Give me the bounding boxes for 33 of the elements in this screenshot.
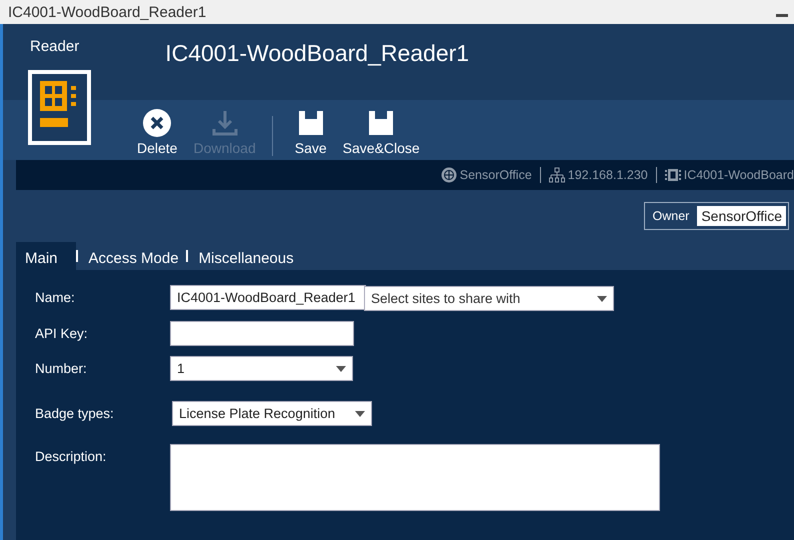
tab[interactable]: Access Mode bbox=[80, 242, 186, 270]
dropdown[interactable]: 1 bbox=[170, 356, 353, 381]
page-title: IC4001-WoodBoard_Reader1 bbox=[165, 40, 470, 68]
field-label: Name: bbox=[35, 289, 76, 305]
status-text: 192.168.1.230 bbox=[568, 168, 648, 182]
field-label: Description: bbox=[35, 448, 108, 464]
caret-icon bbox=[355, 410, 365, 416]
field-label: Number: bbox=[35, 360, 88, 376]
status-text: IC4001-WoodBoard bbox=[684, 168, 794, 182]
share-dropdown[interactable]: Select sites to share with bbox=[364, 286, 614, 311]
text-field[interactable]: IC4001-WoodBoard_Reader1 bbox=[170, 285, 366, 310]
delete-icon bbox=[143, 109, 172, 137]
dropdown[interactable]: License Plate Recognition bbox=[172, 401, 372, 426]
window-title: IC4001-WoodBoard_Reader1 bbox=[8, 4, 206, 20]
globe-icon bbox=[440, 167, 457, 183]
tab[interactable]: Miscellaneous bbox=[190, 242, 301, 270]
status-text: SensorOffice bbox=[460, 168, 532, 182]
caret-icon bbox=[336, 366, 346, 372]
save-button[interactable]: Save&Close bbox=[338, 100, 424, 156]
field-label: Badge types: bbox=[35, 405, 115, 421]
owner-field[interactable]: SensorOffice bbox=[697, 206, 786, 226]
text-area[interactable] bbox=[170, 444, 660, 511]
download-icon bbox=[210, 109, 239, 137]
save-button[interactable]: Save bbox=[290, 100, 331, 156]
network-icon bbox=[548, 167, 565, 183]
tab[interactable]: Main bbox=[16, 242, 76, 270]
chip-icon bbox=[664, 167, 681, 183]
text-field[interactable] bbox=[170, 321, 354, 346]
type-label: Reader bbox=[30, 38, 80, 56]
caret-icon bbox=[597, 296, 607, 302]
owner-label: Owner bbox=[652, 209, 690, 223]
delete-button[interactable]: Delete bbox=[133, 100, 182, 156]
field-label: API Key: bbox=[35, 325, 89, 341]
